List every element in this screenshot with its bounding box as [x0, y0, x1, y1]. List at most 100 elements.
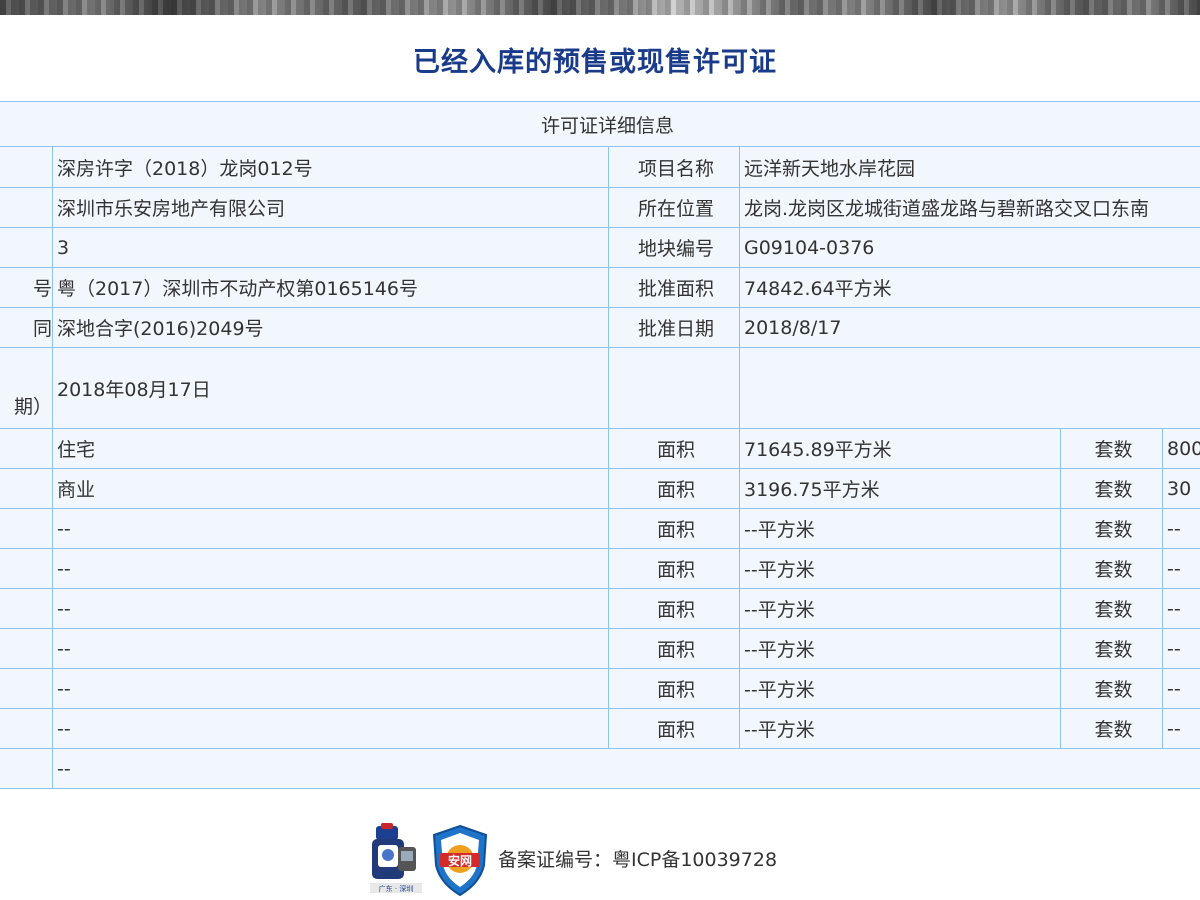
field-label: 期） [0, 347, 53, 429]
usage-type: -- [52, 668, 609, 709]
table-row: 同 深地合字(2016)2049号 批准日期 2018/8/17 [0, 307, 1200, 348]
approved-area-value: 74842.64平方米 [738, 267, 1200, 308]
field-label [0, 428, 53, 469]
permit-detail-table: 许可证详细信息 深房许字（2018）龙岗012号 项目名称 远洋新天地水岸花园 … [0, 101, 1200, 789]
field-label [0, 628, 53, 669]
developer-value: 深圳市乐安房地产有限公司 [52, 187, 609, 228]
parcel-number-value: G09104-0376 [738, 227, 1200, 268]
approved-area-label: 批准面积 [608, 267, 740, 308]
field-label [0, 748, 53, 789]
location-label: 所在位置 [608, 187, 740, 228]
usage-row: 住宅 面积 71645.89平方米 套数 800 [0, 428, 1200, 469]
field-label: 号 [0, 267, 53, 308]
units-value: -- [1161, 708, 1200, 749]
units-label: 套数 [1060, 468, 1163, 509]
units-value: 800 [1161, 428, 1200, 469]
field-label [0, 146, 53, 188]
usage-row: -- 面积 --平方米 套数 -- [0, 508, 1200, 549]
area-value: --平方米 [739, 708, 1061, 749]
site-footer: 广东 · 深圳 安网 备案证编号：粤ICP备10039728 [368, 823, 828, 898]
area-label: 面积 [608, 708, 740, 749]
usage-row: -- 面积 --平方米 套数 -- [0, 588, 1200, 629]
area-label: 面积 [608, 508, 740, 549]
area-value: --平方米 [739, 548, 1061, 589]
area-label: 面积 [608, 668, 740, 709]
police-officer-icon[interactable]: 广东 · 深圳 [368, 823, 432, 898]
usage-type: -- [52, 708, 609, 749]
approval-date-value: 2018/8/17 [738, 307, 1200, 348]
usage-type: 住宅 [52, 428, 609, 469]
units-label: 套数 [1060, 668, 1163, 709]
usage-row: -- 面积 --平方米 套数 -- [0, 628, 1200, 669]
project-name-label: 项目名称 [608, 146, 740, 188]
table-row: -- [0, 748, 1200, 789]
permit-number-value: 深房许字（2018）龙岗012号 [52, 146, 609, 188]
units-value: -- [1161, 548, 1200, 589]
empty-cell [738, 347, 1200, 429]
units-label: 套数 [1060, 428, 1163, 469]
usage-type: -- [52, 628, 609, 669]
header-banner-image [0, 0, 1200, 15]
empty-cell [608, 347, 740, 429]
usage-row: -- 面积 --平方米 套数 -- [0, 708, 1200, 749]
area-label: 面积 [608, 588, 740, 629]
units-label: 套数 [1060, 628, 1163, 669]
units-value: -- [1161, 508, 1200, 549]
field-label: 同 [0, 307, 53, 348]
units-value: 30 [1161, 468, 1200, 509]
area-value: --平方米 [739, 508, 1061, 549]
building-count-value: 3 [52, 227, 609, 268]
property-right-value: 粤（2017）深圳市不动产权第0165146号 [52, 267, 609, 308]
usage-type: -- [52, 588, 609, 629]
units-label: 套数 [1060, 708, 1163, 749]
field-label [0, 187, 53, 228]
land-contract-value: 深地合字(2016)2049号 [52, 307, 609, 348]
units-value: -- [1161, 628, 1200, 669]
units-label: 套数 [1060, 588, 1163, 629]
units-value: -- [1161, 588, 1200, 629]
table-row: 期） 2018年08月17日 [0, 347, 1200, 429]
parcel-number-label: 地块编号 [608, 227, 740, 268]
shield-icon[interactable]: 安网 [428, 823, 492, 898]
field-label [0, 548, 53, 589]
project-name-value: 远洋新天地水岸花园 [738, 146, 1200, 188]
usage-type: -- [52, 508, 609, 549]
area-value: 3196.75平方米 [739, 468, 1061, 509]
area-label: 面积 [608, 628, 740, 669]
units-label: 套数 [1060, 548, 1163, 589]
icp-record-text[interactable]: 备案证编号：粤ICP备10039728 [498, 845, 777, 872]
page-title: 已经入库的预售或现售许可证 [413, 47, 777, 78]
area-value: --平方米 [739, 628, 1061, 669]
remarks-value: -- [51, 748, 1200, 789]
field-label [0, 668, 53, 709]
permit-date-value: 2018年08月17日 [52, 347, 609, 429]
area-label: 面积 [608, 428, 740, 469]
units-label: 套数 [1060, 508, 1163, 549]
table-row: 深房许字（2018）龙岗012号 项目名称 远洋新天地水岸花园 [0, 146, 1200, 188]
field-label [0, 468, 53, 509]
units-value: -- [1161, 668, 1200, 709]
table-row: 深圳市乐安房地产有限公司 所在位置 龙岗.龙岗区龙城街道盛龙路与碧新路交叉口东南 [0, 187, 1200, 228]
usage-row: -- 面积 --平方米 套数 -- [0, 668, 1200, 709]
svg-text:广东 · 深圳: 广东 · 深圳 [379, 884, 414, 893]
table-row: 3 地块编号 G09104-0376 [0, 227, 1200, 268]
area-value: --平方米 [739, 668, 1061, 709]
usage-type: 商业 [52, 468, 609, 509]
location-value: 龙岗.龙岗区龙城街道盛龙路与碧新路交叉口东南 [738, 187, 1200, 228]
area-label: 面积 [608, 548, 740, 589]
area-value: --平方米 [739, 588, 1061, 629]
area-label: 面积 [608, 468, 740, 509]
table-heading: 许可证详细信息 [0, 101, 1200, 147]
table-row: 号 粤（2017）深圳市不动产权第0165146号 批准面积 74842.64平… [0, 267, 1200, 308]
usage-row: 商业 面积 3196.75平方米 套数 30 [0, 468, 1200, 509]
field-label [0, 508, 53, 549]
approval-date-label: 批准日期 [608, 307, 740, 348]
field-label [0, 708, 53, 749]
area-value: 71645.89平方米 [739, 428, 1061, 469]
field-label-line2: 期） [13, 396, 52, 418]
field-label [0, 588, 53, 629]
usage-row: -- 面积 --平方米 套数 -- [0, 548, 1200, 589]
usage-type: -- [52, 548, 609, 589]
field-label [0, 227, 53, 268]
svg-text:安网: 安网 [448, 853, 472, 868]
